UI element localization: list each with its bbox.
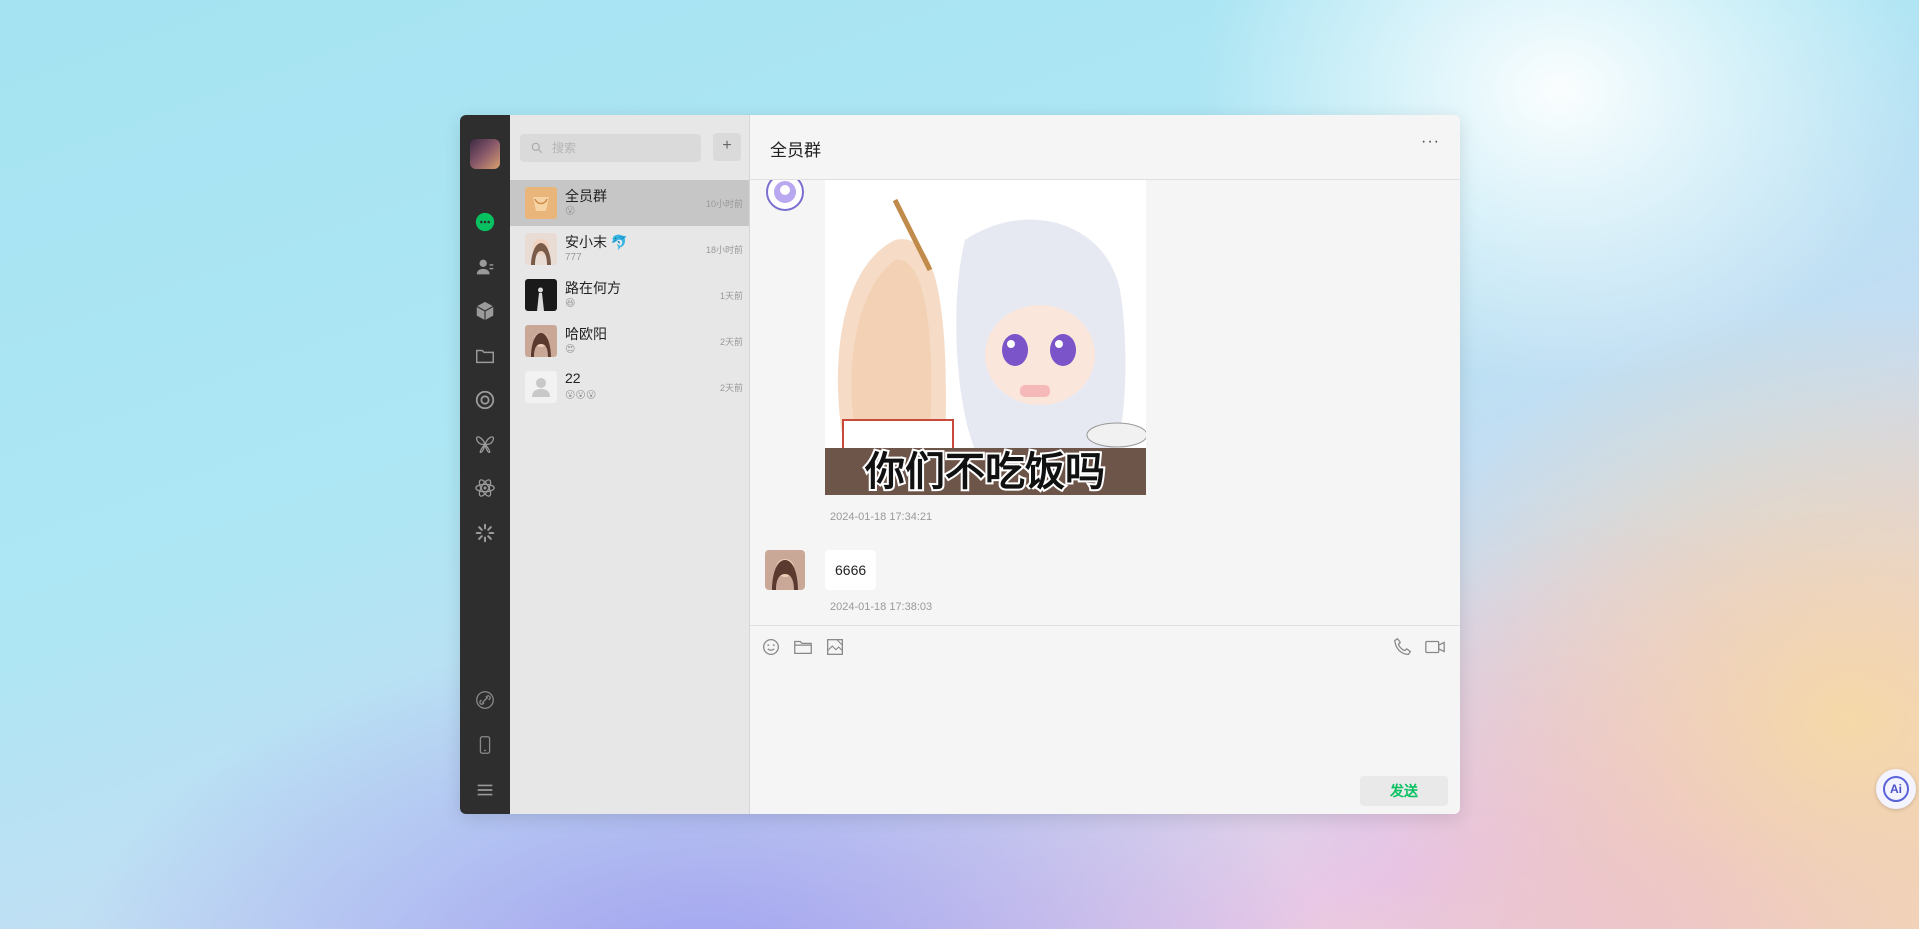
sender-avatar[interactable] <box>765 550 805 590</box>
emoji-icon[interactable] <box>760 636 782 658</box>
chat-header: 全员群 ··· <box>750 115 1460 180</box>
contact-preview: 😍 <box>565 344 576 355</box>
phone-call-icon[interactable] <box>1392 636 1414 658</box>
contact-name: 路在何方 <box>565 280 621 296</box>
message-list[interactable]: 你们不吃饭吗 2024-01-18 17:34:21 6666 2024-01-… <box>750 180 1460 620</box>
link-icon[interactable] <box>472 687 498 713</box>
butterfly-icon[interactable] <box>472 431 498 457</box>
search-box[interactable] <box>520 134 701 162</box>
contact-avatar <box>525 325 557 357</box>
contact-preview: 777 <box>565 252 582 263</box>
contact-time: 2天前 <box>719 383 743 393</box>
list-item[interactable]: 全员群 😮 10小时前 <box>510 180 749 226</box>
chat-icon[interactable] <box>472 209 498 235</box>
atom-icon[interactable] <box>472 475 498 501</box>
aperture-icon[interactable] <box>472 387 498 413</box>
chat-app-window: + 全员群 😮 10小时前 安小末 🐬 777 18小时前 <box>460 115 1460 814</box>
contact-name: 全员群 <box>565 188 607 204</box>
chat-pane: 全员群 ··· 你们不吃饭吗 2024-01-18 17:34:21 6666 … <box>750 115 1460 814</box>
conversation-list-panel: + 全员群 😮 10小时前 安小末 🐬 777 18小时前 <box>510 115 750 814</box>
message-input[interactable] <box>760 667 1454 761</box>
search-icon <box>531 142 543 154</box>
message-timestamp: 2024-01-18 17:34:21 <box>830 511 933 523</box>
send-button[interactable]: 发送 <box>1360 776 1448 806</box>
default-avatar <box>525 371 557 403</box>
contact-name: 哈欧阳 <box>565 326 607 342</box>
list-item[interactable]: 22 😮😮😮 2天前 <box>510 364 749 410</box>
user-avatar[interactable] <box>470 139 500 169</box>
ai-icon: Ai <box>1883 776 1909 802</box>
contacts-icon[interactable] <box>472 254 498 280</box>
cube-icon[interactable] <box>472 298 498 324</box>
ai-assistant-button[interactable]: Ai <box>1876 769 1916 809</box>
contact-name: 安小末 🐬 <box>565 234 629 250</box>
loading-icon[interactable] <box>472 520 498 546</box>
sender-avatar[interactable] <box>765 180 805 212</box>
contact-time: 2天前 <box>719 337 743 347</box>
chat-title: 全员群 <box>770 141 821 160</box>
video-call-icon[interactable] <box>1424 636 1446 658</box>
screenshot-icon[interactable] <box>824 636 846 658</box>
nav-sidebar <box>460 115 510 814</box>
add-button[interactable]: + <box>713 133 741 161</box>
contact-time: 18小时前 <box>705 245 743 255</box>
sticker-image[interactable]: 你们不吃饭吗 <box>825 180 1146 495</box>
contact-list: 全员群 😮 10小时前 安小末 🐬 777 18小时前 路在何方 😆 1天前 哈… <box>510 180 749 410</box>
input-toolbar <box>750 625 1460 666</box>
contact-time: 1天前 <box>719 291 743 301</box>
menu-icon[interactable] <box>472 777 498 803</box>
more-options-button[interactable]: ··· <box>1421 133 1440 151</box>
contact-preview: 😮 <box>565 206 576 217</box>
folder-icon[interactable] <box>792 636 814 658</box>
group-avatar <box>525 187 557 219</box>
contact-avatar <box>525 279 557 311</box>
contact-preview: 😮😮😮 <box>565 390 597 401</box>
search-input[interactable] <box>550 140 694 156</box>
message-bubble[interactable]: 6666 <box>825 550 877 590</box>
contact-preview: 😆 <box>565 298 576 309</box>
contact-avatar <box>525 233 557 265</box>
folder-icon[interactable] <box>472 343 498 369</box>
list-item[interactable]: 安小末 🐬 777 18小时前 <box>510 226 749 272</box>
sticker-caption: 你们不吃饭吗 <box>864 449 1105 495</box>
message-timestamp: 2024-01-18 17:38:03 <box>830 601 933 613</box>
list-item[interactable]: 哈欧阳 😍 2天前 <box>510 318 749 364</box>
list-item[interactable]: 路在何方 😆 1天前 <box>510 272 749 318</box>
contact-name: 22 <box>565 370 581 386</box>
phone-icon[interactable] <box>472 732 498 758</box>
contact-time: 10小时前 <box>705 199 743 209</box>
